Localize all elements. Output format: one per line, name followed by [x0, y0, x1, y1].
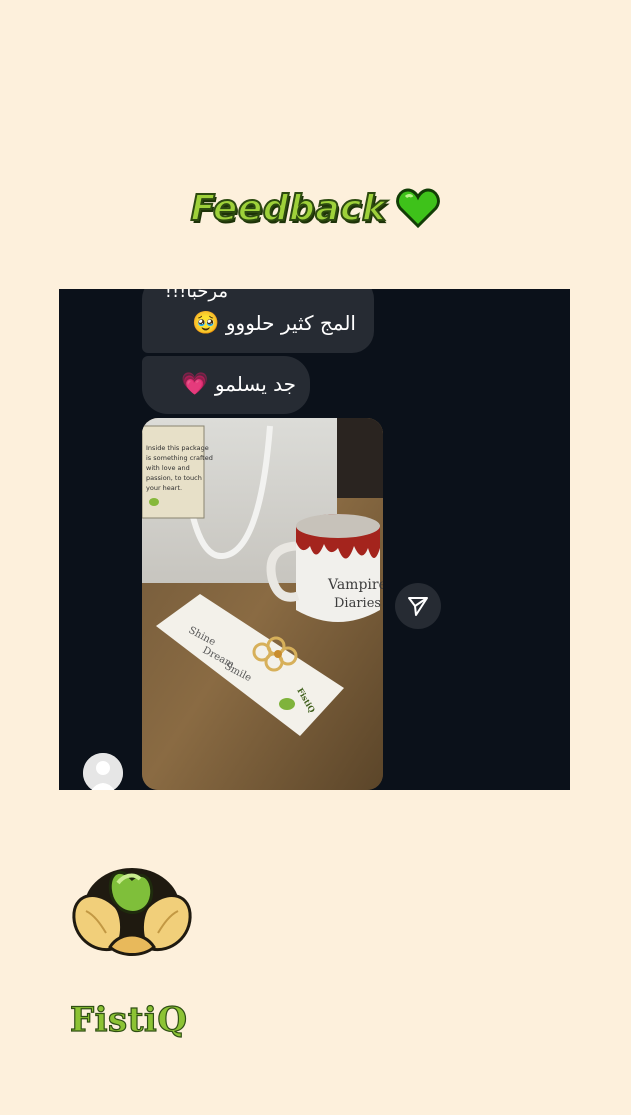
default-avatar-icon: [83, 753, 123, 790]
mug-text: Diaries: [334, 596, 381, 611]
message-bubble: جد يسلمو 💗: [142, 356, 310, 414]
message-bubble: مرحبا!!! المج كثير حلووو 🥹: [142, 289, 374, 353]
feedback-header: Feedback: [0, 182, 631, 234]
note-text: passion, to touch: [146, 474, 202, 482]
message-text: مرحبا!!!: [164, 289, 228, 302]
message-text: المج كثير حلووو 🥹: [192, 311, 356, 336]
mug-text: Vampire: [327, 577, 383, 593]
green-heart-icon: [396, 188, 441, 228]
chat-screenshot: مرحبا!!! المج كثير حلووو 🥹 جد يسلمو 💗 In…: [59, 289, 570, 790]
note-text: is something crafted: [146, 454, 213, 462]
note-text: Inside this package: [146, 444, 209, 452]
message-text: المج كثير حلووو: [225, 311, 356, 335]
photo-scene: Inside this package is something crafted…: [142, 418, 383, 790]
feedback-title: Feedback: [190, 187, 387, 230]
message-text: جد يسلمو: [214, 372, 296, 396]
note-text: with love and: [146, 464, 190, 472]
send-icon: [408, 597, 428, 616]
sender-avatar[interactable]: [83, 753, 123, 790]
share-button[interactable]: [395, 583, 441, 629]
pleading-face-icon: 🥹: [192, 311, 220, 336]
shared-photo[interactable]: Inside this package is something crafted…: [142, 418, 383, 790]
brand-name: FistiQ: [69, 999, 188, 1040]
message-text: جد يسلمو 💗: [181, 372, 296, 397]
pistachio-logo-icon: [66, 853, 198, 963]
note-text: your heart.: [146, 484, 182, 492]
pink-heart-icon: 💗: [181, 372, 209, 397]
